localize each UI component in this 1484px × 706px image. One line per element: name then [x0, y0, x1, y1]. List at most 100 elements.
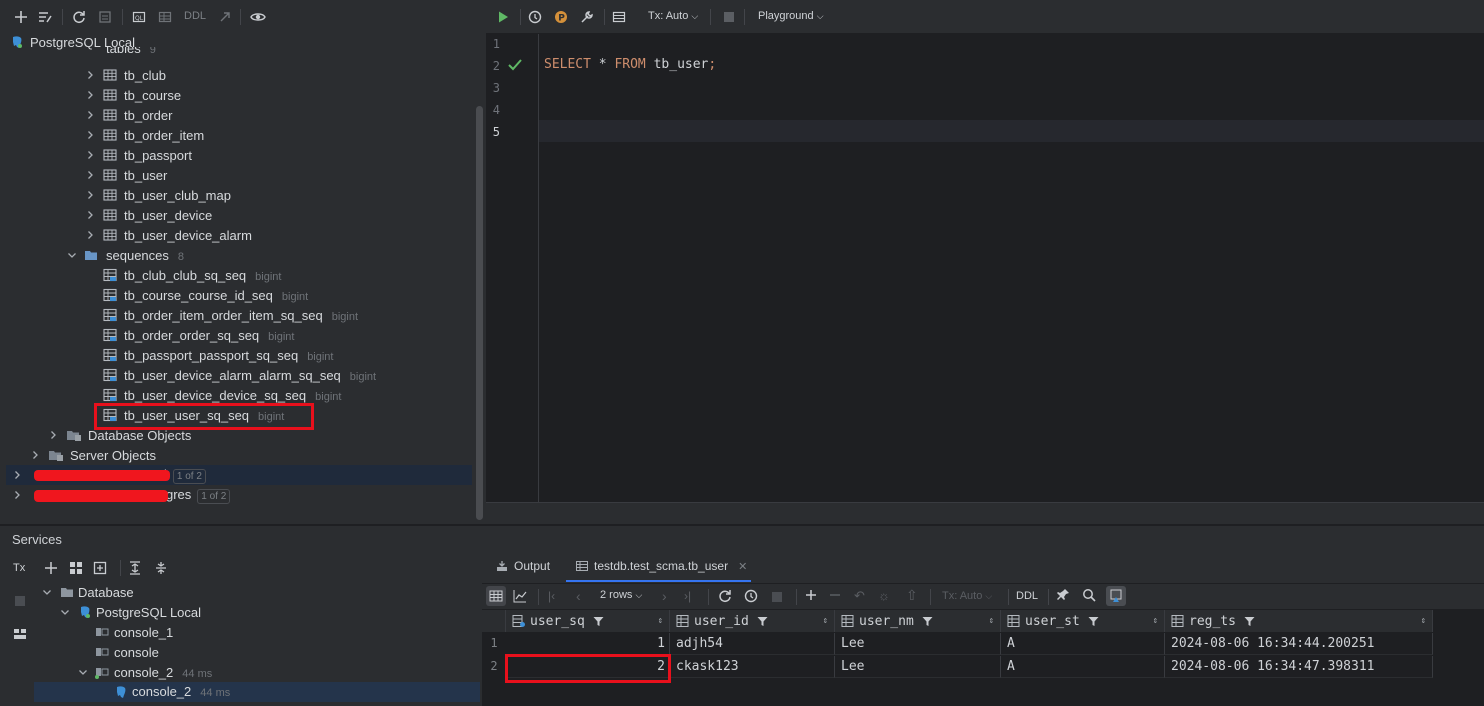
grid-cell-user-sq[interactable]: 1 [506, 633, 670, 655]
filter-icon[interactable] [1106, 586, 1126, 606]
tree-sequence-item[interactable]: tb_order_item_order_item_sq_seq bigint [0, 305, 474, 325]
tree-sequence-item[interactable]: tb_passport_passport_sq_seq bigint [0, 345, 474, 365]
sql-statement[interactable]: SELECT * FROM tb_user; [544, 57, 716, 72]
tree-sequence-item[interactable]: tb_course_course_id_seq bigint [0, 285, 474, 305]
chevron-right-icon[interactable] [85, 110, 95, 120]
explain-plan-icon[interactable]: P [552, 8, 570, 26]
svc-tree-console-1[interactable]: console_1 [34, 622, 480, 642]
query-history-icon[interactable] [744, 589, 758, 603]
column-header[interactable]: user_st ⇕ [1001, 610, 1165, 632]
prev-page-icon[interactable]: ‹ [576, 588, 581, 604]
last-page-icon[interactable]: ›| [684, 589, 691, 603]
settings-icon[interactable] [578, 8, 596, 26]
filter-icon[interactable] [757, 616, 768, 627]
tree-sequence-item[interactable]: tb_user_device_device_sq_seq bigint [0, 385, 474, 405]
table-view-icon[interactable] [610, 8, 628, 26]
tx-mode-dropdown[interactable]: Tx: Auto ⌵ [942, 590, 992, 602]
chevron-right-icon[interactable] [12, 470, 22, 480]
tree-folder-tables[interactable]: tables 9 [0, 47, 474, 61]
tree-server-objects[interactable]: Server Objects [0, 445, 474, 465]
ddl-button[interactable]: DDL [1016, 590, 1038, 602]
tree-table-item[interactable]: tb_passport [0, 145, 474, 165]
svc-tree-console-2-session[interactable]: console_2 44 ms [34, 682, 480, 702]
grid-cell-user-st[interactable]: A [1001, 656, 1165, 678]
jump-icon[interactable] [216, 8, 234, 26]
expand-all-icon[interactable] [126, 559, 144, 577]
grid-cell-reg-ts[interactable]: 2024-08-06 16:34:44.200251 [1165, 633, 1433, 655]
tree-table-item[interactable]: tb_order [0, 105, 474, 125]
next-page-icon[interactable]: › [662, 588, 667, 604]
tree-table-item[interactable]: tb_user_device [0, 205, 474, 225]
collapse-all-icon[interactable] [152, 559, 170, 577]
svc-tree-console-2[interactable]: console_2 44 ms [34, 662, 480, 682]
grid-cell-user-id[interactable]: adjh54 [670, 633, 835, 655]
tree-sequence-item[interactable]: tb_order_order_sq_seq bigint [0, 325, 474, 345]
chevron-down-icon[interactable] [42, 587, 52, 597]
refresh-icon[interactable] [70, 8, 88, 26]
chevron-right-icon[interactable] [12, 490, 22, 500]
run-icon[interactable] [494, 8, 512, 26]
sort-icon[interactable]: ⇕ [1153, 616, 1158, 626]
tree-sequence-item[interactable]: tb_user_device_alarm_alarm_sq_seq bigint [0, 365, 474, 385]
chevron-right-icon[interactable] [85, 70, 95, 80]
chevron-right-icon[interactable] [85, 230, 95, 240]
grid-cell-user-st[interactable]: A [1001, 633, 1165, 655]
tree-table-item[interactable]: tb_user_club_map [0, 185, 474, 205]
tab-output[interactable]: Output [496, 559, 550, 573]
tab-result-table[interactable]: testdb.test_scma.tb_user ✕ [576, 559, 747, 573]
tree-sequence-item[interactable]: tb_club_club_sq_seq bigint [0, 265, 474, 285]
stop-icon[interactable] [772, 592, 782, 602]
chevron-right-icon[interactable] [85, 150, 95, 160]
sort-icon[interactable]: ⇕ [1421, 616, 1426, 626]
new-service-icon[interactable] [92, 559, 110, 577]
tree-table-item[interactable]: tb_user [0, 165, 474, 185]
chevron-down-icon[interactable] [60, 607, 70, 617]
svc-tree-pg-local[interactable]: PostgreSQL Local [34, 602, 480, 622]
svc-tree-database[interactable]: Database [34, 582, 480, 602]
add-icon[interactable] [42, 559, 60, 577]
chevron-right-icon[interactable] [85, 210, 95, 220]
preview-changes-icon[interactable]: ☼ [878, 588, 890, 603]
eye-icon[interactable] [249, 8, 267, 26]
chevron-down-icon[interactable] [67, 250, 77, 260]
row-number[interactable]: 2 [482, 659, 506, 673]
chevron-right-icon[interactable] [85, 170, 95, 180]
first-page-icon[interactable]: |‹ [548, 589, 555, 603]
tree-table-item[interactable]: tb_order_item [0, 125, 474, 145]
search-icon[interactable] [1082, 588, 1096, 602]
chevron-down-icon[interactable] [78, 667, 88, 677]
close-icon[interactable]: ✕ [738, 560, 747, 573]
filter-icon[interactable] [1088, 616, 1099, 627]
grid-cell-user-nm[interactable]: Lee [835, 633, 1001, 655]
group-icon[interactable] [67, 559, 85, 577]
add-icon[interactable] [12, 8, 30, 26]
playground-dropdown[interactable]: Playground ⌵ [758, 10, 824, 22]
pin-icon[interactable] [1056, 588, 1070, 602]
sort-icon[interactable]: ⇕ [989, 616, 994, 626]
tree-table-item[interactable]: tb_user_device_alarm [0, 225, 474, 245]
row-number[interactable]: 1 [482, 636, 506, 650]
history-icon[interactable] [526, 8, 544, 26]
schema-icon[interactable] [96, 8, 114, 26]
column-header[interactable]: user_id ⇕ [670, 610, 835, 632]
sort-icon[interactable]: ⇕ [823, 616, 828, 626]
tx-icon[interactable]: Tx [13, 562, 25, 574]
sort-icon[interactable]: ⇕ [658, 616, 663, 626]
tree-table-item[interactable]: tb_club [0, 65, 474, 85]
grid-view-icon[interactable] [486, 586, 506, 606]
rows-count-dropdown[interactable]: 2 rows ⌵ [600, 589, 642, 601]
revert-icon[interactable]: ↶ [854, 588, 865, 604]
chevron-right-icon[interactable] [85, 130, 95, 140]
ddl-button[interactable]: DDL [184, 10, 206, 22]
filter-icon[interactable] [922, 616, 933, 627]
chart-icon[interactable] [512, 588, 528, 604]
layout-icon[interactable] [13, 628, 27, 640]
delete-row-icon[interactable] [828, 588, 842, 602]
editor-horizontal-scrollbar[interactable] [486, 502, 1484, 525]
reload-icon[interactable] [718, 589, 732, 603]
svc-tree-console[interactable]: console [34, 642, 480, 662]
column-header[interactable]: reg_ts ⇕ [1165, 610, 1433, 632]
chevron-right-icon[interactable] [85, 190, 95, 200]
grid-cell-reg-ts[interactable]: 2024-08-06 16:34:47.398311 [1165, 656, 1433, 678]
explorer-scrollbar-thumb[interactable] [476, 106, 483, 520]
